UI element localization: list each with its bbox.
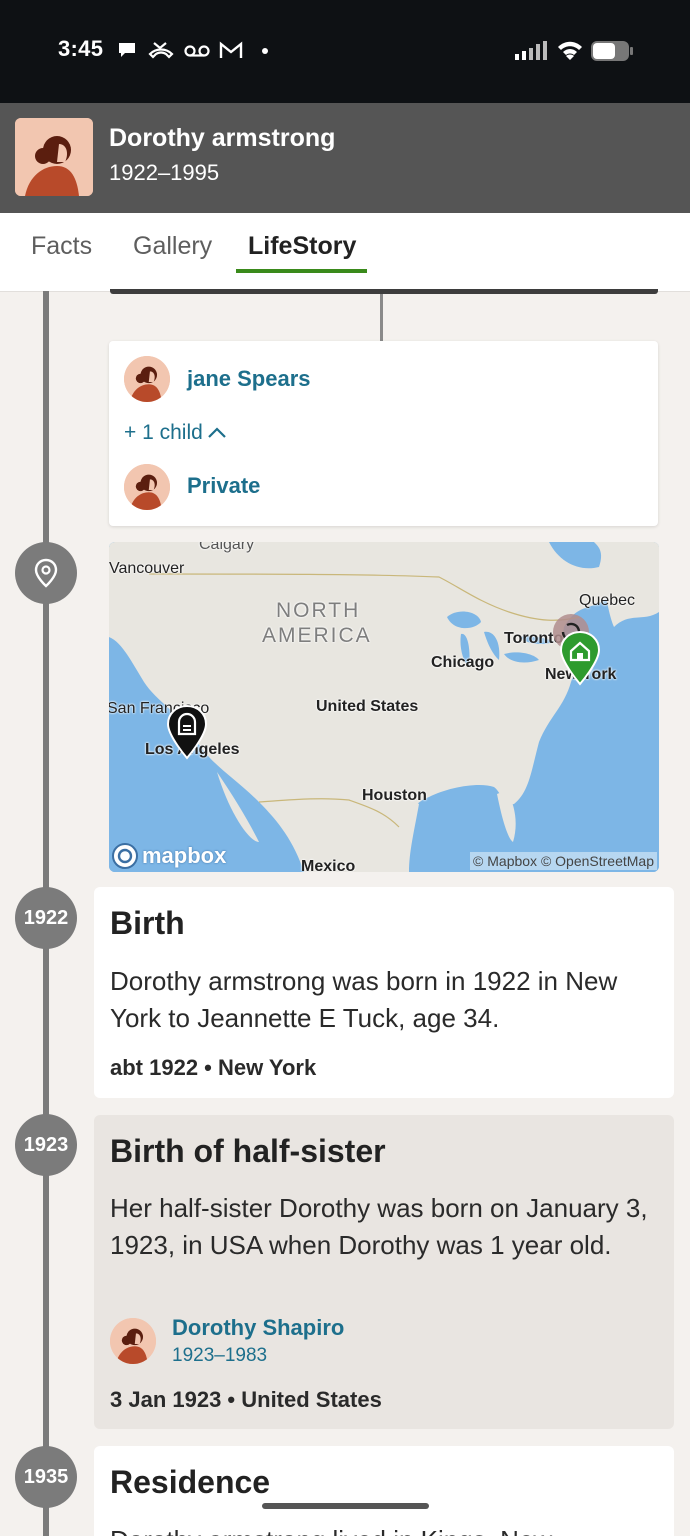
children-toggle-label: + 1 child	[124, 421, 203, 444]
event-title: Birth of half-sister	[110, 1133, 386, 1169]
half-sister-avatar[interactable]	[110, 1318, 156, 1364]
map-label-vancouver: Vancouver	[109, 560, 185, 577]
person-silhouette-icon	[15, 118, 93, 196]
event-description: Dorothy armstrong lived in Kings, New	[110, 1522, 660, 1536]
profile-header	[0, 103, 690, 213]
map-pin-marker	[15, 542, 77, 604]
spouse-avatar[interactable]	[124, 356, 170, 402]
event-meta: 3 Jan 1923 • United States	[110, 1387, 382, 1412]
status-time: 3:45	[58, 36, 104, 61]
chevron-up-icon	[208, 427, 226, 438]
child-name-link[interactable]: Private	[187, 473, 260, 499]
timeline-year-1922: 1922	[15, 887, 77, 949]
map-label-united-states: United States	[316, 698, 419, 715]
burial-pin-icon[interactable]	[166, 704, 208, 760]
map-label-north: NORTH	[276, 599, 361, 622]
person-silhouette-icon	[110, 1318, 156, 1364]
map-attribution[interactable]: © Mapbox © OpenStreetMap	[470, 852, 657, 870]
mapbox-logo-text: mapbox	[142, 843, 227, 868]
mapbox-logo: mapbox	[111, 842, 226, 870]
gmail-icon	[219, 41, 243, 58]
tab-lifestory[interactable]: LifeStory	[248, 232, 356, 261]
home-indicator[interactable]	[262, 1503, 429, 1509]
event-meta: abt 1922 • New York	[110, 1055, 317, 1080]
timeline-year-1935: 1935	[15, 1446, 77, 1508]
event-title: Residence	[110, 1464, 271, 1500]
child-avatar[interactable]	[124, 464, 170, 510]
battery-icon	[591, 41, 633, 61]
spouse-name-link[interactable]: jane Spears	[187, 366, 311, 392]
map-label-chicago: Chicago	[431, 654, 495, 671]
tab-gallery[interactable]: Gallery	[133, 232, 212, 261]
home-pin-icon[interactable]	[559, 630, 601, 686]
voicemail-icon	[184, 45, 210, 57]
event-card-half-sister[interactable]: Birth of half-sister Her half-sister Dor…	[94, 1115, 674, 1429]
map-label-calgary: Calgary	[199, 542, 255, 553]
map-label-houston: Houston	[362, 787, 427, 804]
active-tab-indicator	[236, 269, 367, 273]
event-description: Her half-sister Dorothy was born on Janu…	[110, 1193, 648, 1260]
event-description: Dorothy armstrong was born in 1922 in Ne…	[110, 966, 618, 1033]
event-card-residence[interactable]: Residence Dorothy armstrong lived in Kin…	[94, 1446, 674, 1536]
profile-name: Dorothy armstrong	[109, 124, 336, 152]
person-silhouette-icon	[124, 464, 170, 510]
map-label-quebec: Quebec	[579, 592, 636, 609]
status-bar: 3:45	[0, 0, 690, 103]
location-pin-icon	[34, 558, 58, 588]
previous-card-edge	[110, 289, 658, 294]
map-label-mexico: Mexico	[301, 858, 356, 872]
event-card-birth[interactable]: Birth Dorothy armstrong was born in 1922…	[94, 887, 674, 1098]
profile-avatar[interactable]	[15, 118, 93, 196]
map-label-america: AMERICA	[262, 624, 372, 647]
timeline-year-1923: 1923	[15, 1114, 77, 1176]
family-card: jane Spears + 1 child Private	[109, 341, 658, 526]
signal-icon	[515, 41, 547, 60]
tab-facts[interactable]: Facts	[31, 232, 92, 261]
family-connector-line	[380, 294, 383, 342]
life-map[interactable]: Calgary Vancouver NORTH AMERICA Quebec T…	[109, 542, 659, 872]
chat-bubble-icon	[119, 43, 135, 57]
person-silhouette-icon	[124, 356, 170, 402]
event-title: Birth	[110, 905, 185, 941]
half-sister-name-link[interactable]: Dorothy Shapiro	[172, 1315, 344, 1341]
half-sister-years: 1923–1983	[172, 1345, 268, 1366]
missed-call-icon	[148, 42, 174, 59]
children-toggle[interactable]: + 1 child	[124, 421, 228, 445]
mapbox-logo-icon	[112, 843, 138, 869]
profile-years: 1922–1995	[109, 160, 220, 185]
dot-icon	[262, 48, 268, 54]
wifi-icon	[558, 41, 582, 60]
